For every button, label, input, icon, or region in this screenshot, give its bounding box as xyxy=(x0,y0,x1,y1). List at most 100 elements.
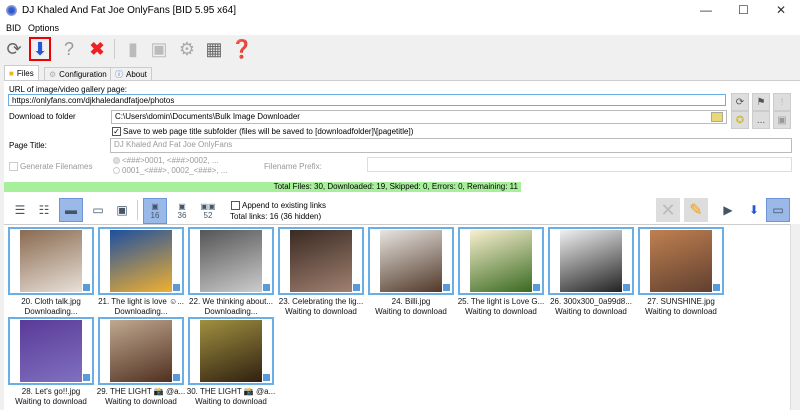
size-36-button[interactable]: ▣ 36 xyxy=(170,198,194,224)
pattern-label-1: <###>0001, <###>0002, ... xyxy=(122,156,219,165)
pattern-radio-2[interactable] xyxy=(113,167,120,174)
minimize-button[interactable]: — xyxy=(700,3,712,17)
link-overlay-icon xyxy=(262,283,271,292)
subfolder-checkbox[interactable]: ✓ xyxy=(112,127,121,136)
refresh-icon[interactable]: ⟳ xyxy=(3,37,25,61)
gear-icon: ⚙ xyxy=(49,69,57,79)
clear-broom-icon[interactable]: ✎ xyxy=(684,198,708,222)
thumbnail-item[interactable] xyxy=(458,227,544,295)
thumbnail-status: Downloading... xyxy=(114,307,168,316)
thumbnail-status: Waiting to download xyxy=(555,307,627,316)
info-icon: ⓘ xyxy=(115,69,123,79)
image-icon: ▣▣ xyxy=(200,202,216,211)
settings-icon[interactable]: ⚙ xyxy=(176,37,198,61)
thumbnail-image xyxy=(560,230,622,292)
close-button[interactable]: ✕ xyxy=(776,3,786,17)
reload-url-icon[interactable]: ⟳ xyxy=(731,93,749,111)
open-folder-icon[interactable] xyxy=(711,112,723,122)
pattern-radio-1[interactable] xyxy=(113,157,120,164)
thumbnail-status: Downloading... xyxy=(24,307,78,316)
thumbnail-grid: 20. Cloth talk.jpg Downloading... 21. The … xyxy=(4,224,790,410)
tab-files[interactable]: ■ Files xyxy=(4,65,39,80)
thumbnail-item[interactable] xyxy=(638,227,724,295)
play-download-icon[interactable]: ▶ xyxy=(716,198,740,222)
thumbnail-filename: 30. THE LIGHT 📸 @a... xyxy=(186,387,276,396)
favorite-icon[interactable]: ✪ xyxy=(731,111,749,129)
separator xyxy=(114,39,115,59)
size-52-button[interactable]: ▣▣ 52 xyxy=(196,198,220,224)
view-large-icon[interactable]: ▣ xyxy=(110,198,134,222)
thumbnail-image xyxy=(470,230,532,292)
image-icon: ▣ xyxy=(151,202,159,211)
link-overlay-icon xyxy=(712,283,721,292)
thumbnail-filename: 26. 300x300_0a99d8... xyxy=(550,297,632,306)
app-icon xyxy=(6,5,17,16)
thumbnail-item[interactable] xyxy=(278,227,364,295)
separator xyxy=(137,200,138,220)
tab-about[interactable]: ⓘ About xyxy=(110,67,152,80)
save-folder-icon[interactable]: ▣ xyxy=(773,111,791,129)
browse-button[interactable]: ... xyxy=(752,111,770,129)
thumbnail-item[interactable] xyxy=(98,317,184,385)
maximize-button[interactable]: ☐ xyxy=(738,3,749,17)
view-details-icon[interactable]: ☰ xyxy=(8,198,32,222)
view-medium-icon[interactable]: ▭ xyxy=(86,198,110,222)
thumbnail-status: Waiting to download xyxy=(195,397,267,406)
thumbnail-item[interactable] xyxy=(8,227,94,295)
link-overlay-icon xyxy=(82,373,91,382)
view-list-icon[interactable]: ☷ xyxy=(32,198,56,222)
thumbnail-filename: 21. The light is love ☺... xyxy=(98,297,184,306)
url-input[interactable]: https://onlyfans.com/djkhaledandfatjoe/p… xyxy=(8,94,726,106)
generate-filenames-checkbox[interactable] xyxy=(9,162,18,171)
thumbnail-image xyxy=(110,230,172,292)
menu-options[interactable]: Options xyxy=(28,23,59,33)
about-icon[interactable]: ❓ xyxy=(231,37,253,61)
append-checkbox[interactable] xyxy=(231,201,240,210)
vertical-scrollbar[interactable] xyxy=(790,224,800,410)
thumbnail-status: Waiting to download xyxy=(15,397,87,406)
thumbnail-item[interactable] xyxy=(188,227,274,295)
thumbnail-item[interactable] xyxy=(548,227,634,295)
link-overlay-icon xyxy=(622,283,631,292)
thumbnail-image xyxy=(380,230,442,292)
thumbnail-item[interactable] xyxy=(8,317,94,385)
thumbnail-item[interactable] xyxy=(98,227,184,295)
thumbnail-status: Waiting to download xyxy=(105,397,177,406)
alert-icon[interactable]: ! xyxy=(773,93,791,111)
thumbnail-filename: 29. THE LIGHT 📸 @a... xyxy=(96,387,186,396)
thumbnail-status: Waiting to download xyxy=(285,307,357,316)
view-small-icon[interactable]: ▬ xyxy=(59,198,83,222)
tab-configuration[interactable]: ⚙ Configuration xyxy=(44,67,112,80)
rename-icon[interactable]: ▭ xyxy=(766,198,790,222)
page-title-input[interactable]: DJ Khaled And Fat Joe OnlyFans xyxy=(110,138,792,153)
image-icon: ▣ xyxy=(178,202,186,211)
download-selected-icon[interactable]: ⬇ xyxy=(742,198,766,222)
remove-icon[interactable]: ✕ xyxy=(656,198,680,222)
total-links: Total links: 16 (36 hidden) xyxy=(230,212,322,221)
link-overlay-icon xyxy=(532,283,541,292)
link-overlay-icon xyxy=(262,373,271,382)
pattern-label-2: 0001_<###>, 0002_<###>, ... xyxy=(122,166,228,175)
thumbnail-image xyxy=(200,320,262,382)
thumbnail-image xyxy=(650,230,712,292)
thumbnail-item[interactable] xyxy=(368,227,454,295)
menu-bid[interactable]: BID xyxy=(6,23,21,33)
thumbnail-filename: 28. Let's go!!.jpg xyxy=(21,387,81,396)
thumbnail-item[interactable] xyxy=(188,317,274,385)
download-button[interactable]: ⬇ xyxy=(29,37,51,61)
save-icon[interactable]: ▣ xyxy=(148,37,170,61)
link-overlay-icon xyxy=(172,373,181,382)
folder-icon: ■ xyxy=(9,68,14,78)
grid-icon[interactable]: ▦ xyxy=(203,37,225,61)
thumbnail-filename: 22. We thinking about... xyxy=(189,297,273,306)
window-title: DJ Khaled And Fat Joe OnlyFans [BID 5.95… xyxy=(22,5,237,16)
cancel-icon[interactable]: ✖ xyxy=(86,37,108,61)
help-icon[interactable]: ? xyxy=(58,37,80,61)
folder-input[interactable]: C:\Users\domin\Documents\Bulk Image Down… xyxy=(111,110,727,124)
link-overlay-icon xyxy=(82,283,91,292)
paste-icon[interactable]: ⚑ xyxy=(752,93,770,111)
prefix-input[interactable] xyxy=(367,157,792,172)
size-16-button[interactable]: ▣ 16 xyxy=(143,198,167,224)
thumbnail-filename: 23. Celebrating the lig... xyxy=(278,297,364,306)
book-icon[interactable]: ▮ xyxy=(122,37,144,61)
